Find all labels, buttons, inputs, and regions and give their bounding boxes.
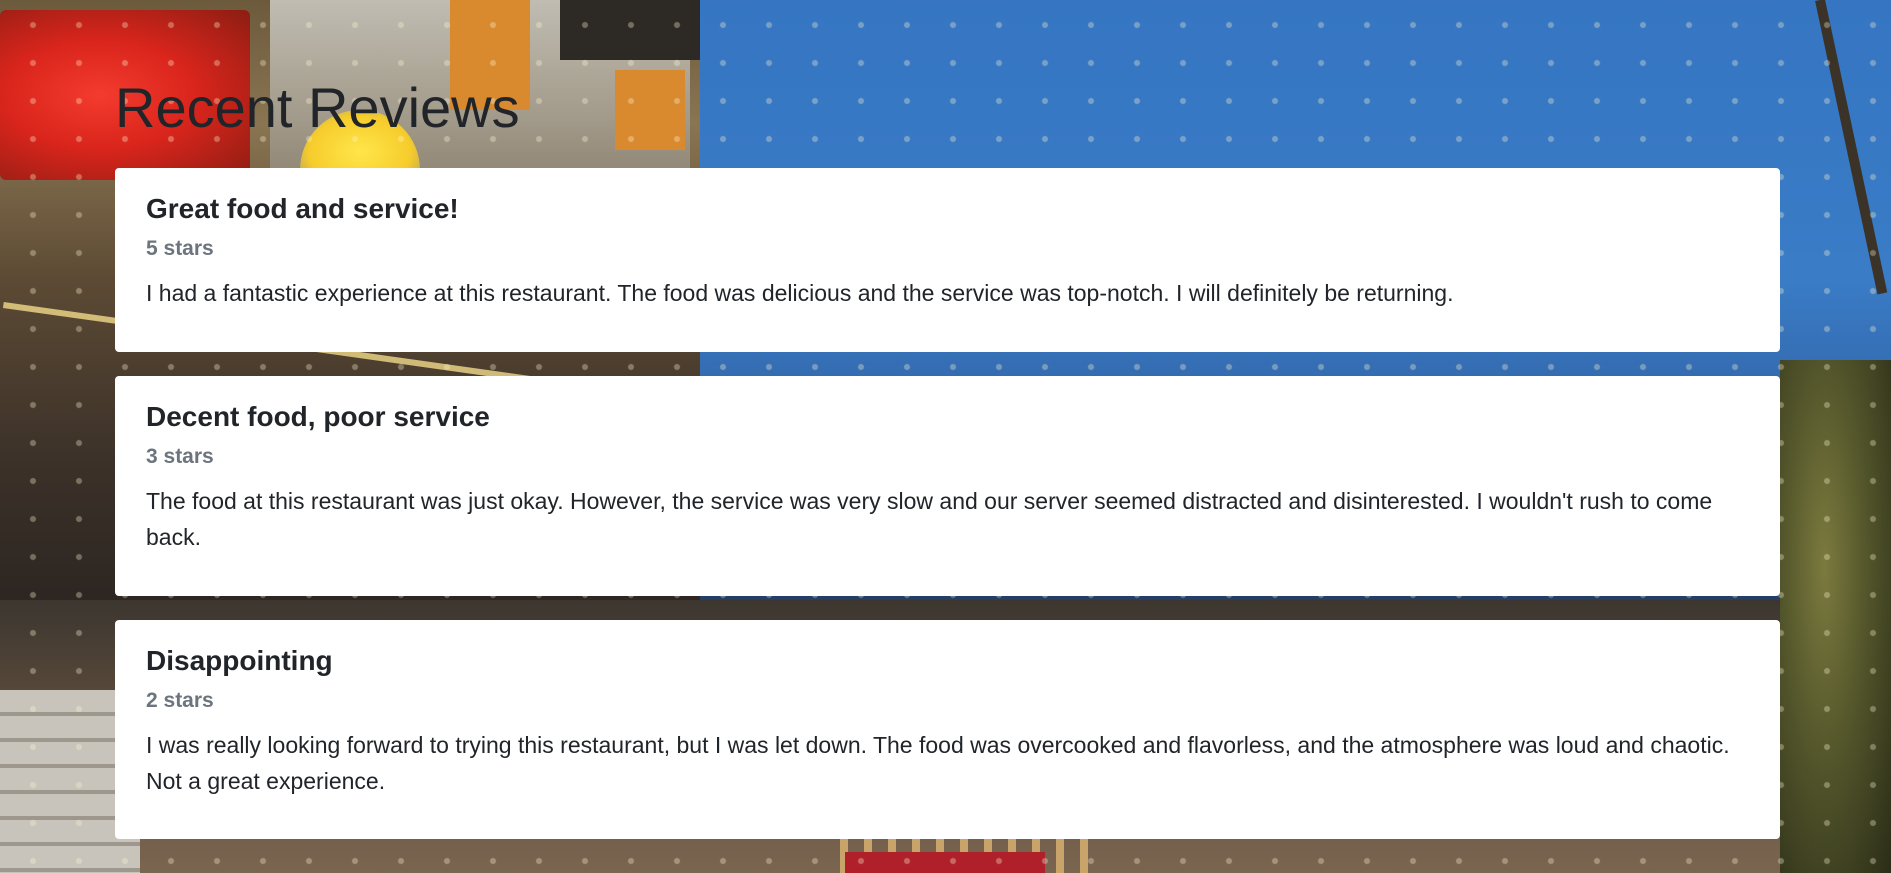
review-text: I was really looking forward to trying t… [146,731,1730,794]
review-card: Disappointing 2 stars I was really looki… [115,620,1780,839]
review-rating: 3 stars [146,444,214,468]
review-card: Great food and service! 5 stars I had a … [115,168,1780,352]
review-card: Decent food, poor service 3 stars The fo… [115,376,1780,596]
review-rating: 2 stars [146,688,214,712]
review-text: The food at this restaurant was just oka… [146,487,1713,550]
review-rating: 5 stars [146,236,214,260]
page-title: Recent Reviews [115,76,520,139]
review-title: Decent food, poor service [146,401,490,432]
reviews-container: Recent Reviews Great food and service! 5… [115,80,1780,863]
review-title: Great food and service! [146,193,459,224]
review-title: Disappointing [146,645,333,676]
review-text: I had a fantastic experience at this res… [146,279,1454,306]
